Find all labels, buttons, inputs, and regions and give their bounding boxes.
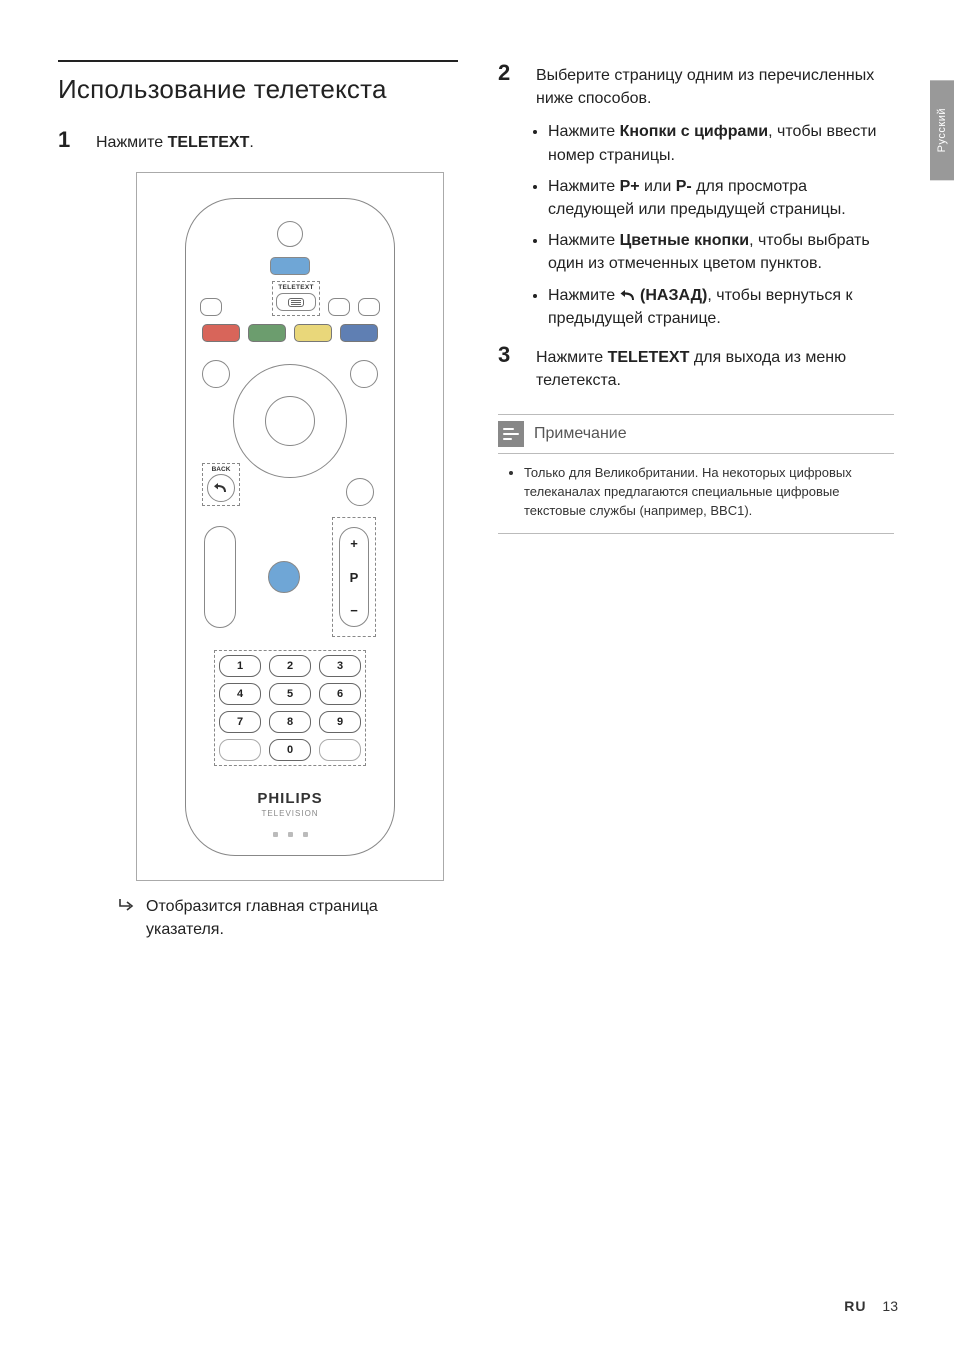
power-button [277,221,303,247]
bullet-1: Нажмите Кнопки с цифрами, чтобы ввести н… [548,120,894,166]
brand-area: PHILIPS TELEVISION [200,790,380,818]
bullet-3: Нажмите Цветные кнопки, чтобы выбрать од… [548,229,894,275]
language-tab: Русский [930,80,954,180]
note-box: Примечание Только для Великобритании. На… [498,414,894,534]
yellow-button [294,324,332,342]
key-0: 0 [269,739,311,761]
bullet-2: Нажмите P+ или P- для просмотра следующе… [548,175,894,221]
text: Нажмите [96,134,168,151]
home-button [346,478,374,506]
p-letter: P [350,570,359,585]
dpad-ring [233,364,347,478]
teletext-label: TELETEXT [276,284,316,291]
bold-term: TELETEXT [168,134,250,151]
note-title: Примечание [534,425,627,443]
key-3: 3 [319,655,361,677]
format-button [358,298,380,316]
result-text: Отобразится главная страница указателя. [146,895,458,941]
text: . [249,134,253,151]
volume-channel-zone: + P − [204,518,376,636]
result-arrow-icon [118,897,136,941]
step-3: 3 Нажмите TELETEXT для выхода из меню те… [498,342,894,392]
teletext-highlight: TELETEXT [272,281,320,316]
step-1-result: Отобразится главная страница указателя. [118,895,458,941]
channel-highlight: + P − [332,517,376,637]
remote-control: TELETEXT [185,198,395,856]
step-number: 1 [58,127,78,153]
key-7: 7 [219,711,261,733]
brand-subtitle: TELEVISION [200,809,380,818]
options-button [350,360,378,388]
page-content: Использование телетекста 1 Нажмите TELET… [0,0,954,982]
key-prev [219,739,261,761]
key-4: 4 [219,683,261,705]
navigation-zone: BACK [202,358,378,506]
note-body: Только для Великобритании. На некоторых … [498,453,894,534]
volume-rocker [204,526,236,628]
p-plus: + [350,536,358,551]
green-button [248,324,286,342]
key-9: 9 [319,711,361,733]
right-column: 2 Выберите страницу одним из перечисленн… [498,60,904,942]
channel-rocker: + P − [339,527,369,627]
guide-button [328,298,350,316]
source-button [200,298,222,316]
key-6: 6 [319,683,361,705]
bullet-4: Нажмите (НАЗАД), чтобы вернуться к преды… [548,284,894,330]
back-highlight: BACK [202,463,240,506]
note-header: Примечание [498,415,894,453]
note-text: Только для Великобритании. На некоторых … [524,464,886,521]
back-button [207,474,235,502]
left-column: Использование телетекста 1 Нажмите TELET… [58,60,458,942]
step-1: 1 Нажмите TELETEXT. [58,127,458,154]
step-2-bullets: Нажмите Кнопки с цифрами, чтобы ввести н… [498,120,894,330]
bottom-keys [200,832,380,837]
ambilight-button [270,257,310,275]
numpad-highlight: 1 2 3 4 5 6 7 8 9 [214,650,366,766]
step-number: 3 [498,342,518,368]
key-2: 2 [269,655,311,677]
step-text: Нажмите TELETEXT для выхода из меню теле… [536,346,894,392]
key-8: 8 [269,711,311,733]
color-buttons-row [202,324,378,342]
key-1: 1 [219,655,261,677]
brand-name: PHILIPS [200,790,380,807]
back-label: BACK [205,466,237,473]
footer-page-number: 13 [882,1298,898,1314]
teletext-button [276,293,316,311]
blue-button [340,324,378,342]
info-button [202,360,230,388]
remote-illustration-frame: TELETEXT [136,172,444,881]
note-icon [498,421,524,447]
footer-lang: RU [844,1298,866,1314]
step-text: Нажмите TELETEXT. [96,131,254,154]
key-5: 5 [269,683,311,705]
step-2: 2 Выберите страницу одним из перечисленн… [498,60,894,110]
step-text: Выберите страницу одним из перечисленных… [536,64,894,110]
p-minus: − [350,603,358,618]
red-button [202,324,240,342]
page-footer: RU 13 [844,1298,898,1314]
mute-button [268,561,300,593]
step-number: 2 [498,60,518,86]
key-mhp [319,739,361,761]
section-title: Использование телетекста [58,60,458,105]
back-icon [620,287,636,304]
